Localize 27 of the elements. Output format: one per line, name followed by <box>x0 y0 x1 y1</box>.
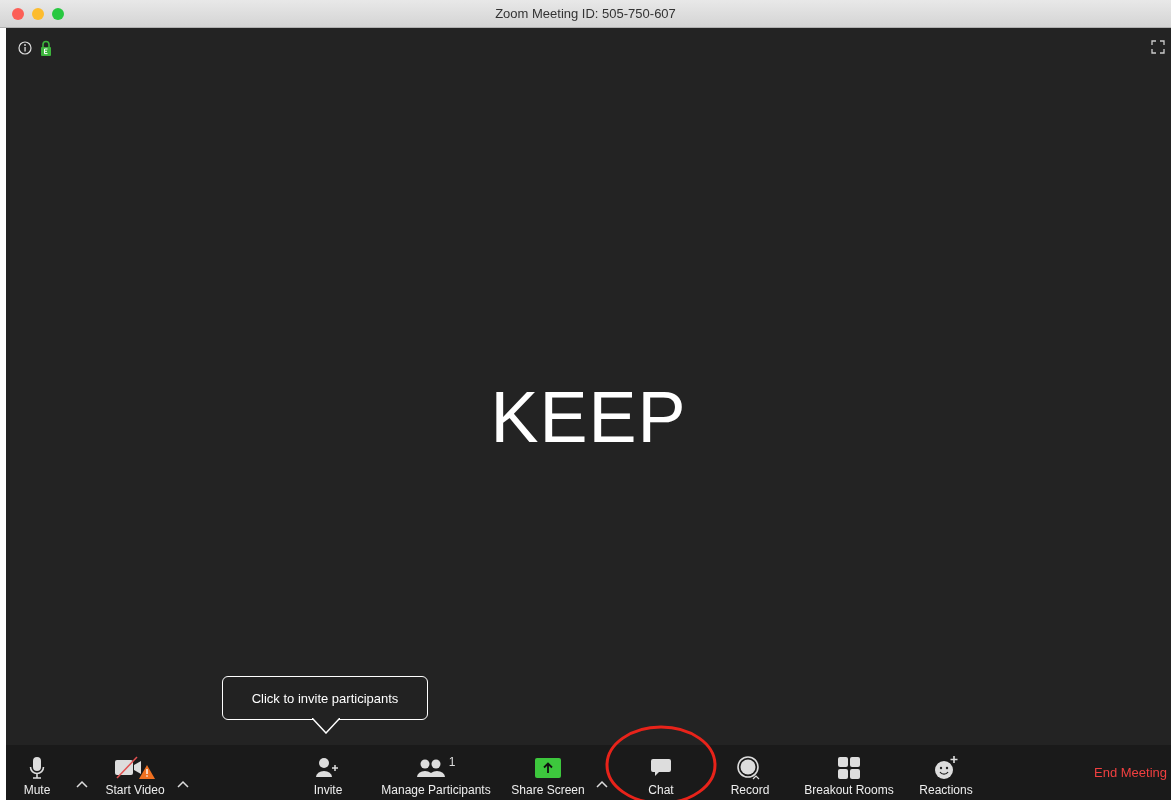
fullscreen-icon[interactable] <box>1151 40 1165 54</box>
info-icon[interactable] <box>18 41 32 55</box>
shared-text: KEEP <box>490 375 687 458</box>
invite-button[interactable]: Invite <box>303 745 353 800</box>
video-button[interactable]: Start Video <box>98 745 172 800</box>
add-person-icon <box>316 757 340 779</box>
mute-button[interactable]: Mute <box>12 745 62 800</box>
lock-icon[interactable] <box>40 40 52 56</box>
participant-count: 1 <box>448 755 456 769</box>
breakout-button[interactable]: Breakout Rooms <box>797 745 901 800</box>
microphone-icon <box>29 756 45 780</box>
participants-button[interactable]: 1 Manage Participants <box>374 745 498 800</box>
people-icon <box>416 757 445 779</box>
camera-off-icon <box>113 756 157 780</box>
caret-icon <box>177 780 189 788</box>
reactions-button[interactable]: Reactions <box>911 745 981 800</box>
tooltip-pointer <box>312 718 340 734</box>
window-title: Zoom Meeting ID: 505-750-607 <box>495 6 676 21</box>
grid-icon <box>838 757 860 779</box>
chat-bubble-icon <box>650 758 672 778</box>
smiley-plus-icon <box>934 756 958 780</box>
caret-icon <box>596 780 608 788</box>
end-meeting-button[interactable]: End Meeting <box>1094 745 1171 800</box>
share-screen-icon <box>535 758 561 778</box>
caret-icon <box>76 780 88 788</box>
record-button[interactable]: Record <box>720 745 780 800</box>
share-button[interactable]: Share Screen <box>506 745 590 800</box>
